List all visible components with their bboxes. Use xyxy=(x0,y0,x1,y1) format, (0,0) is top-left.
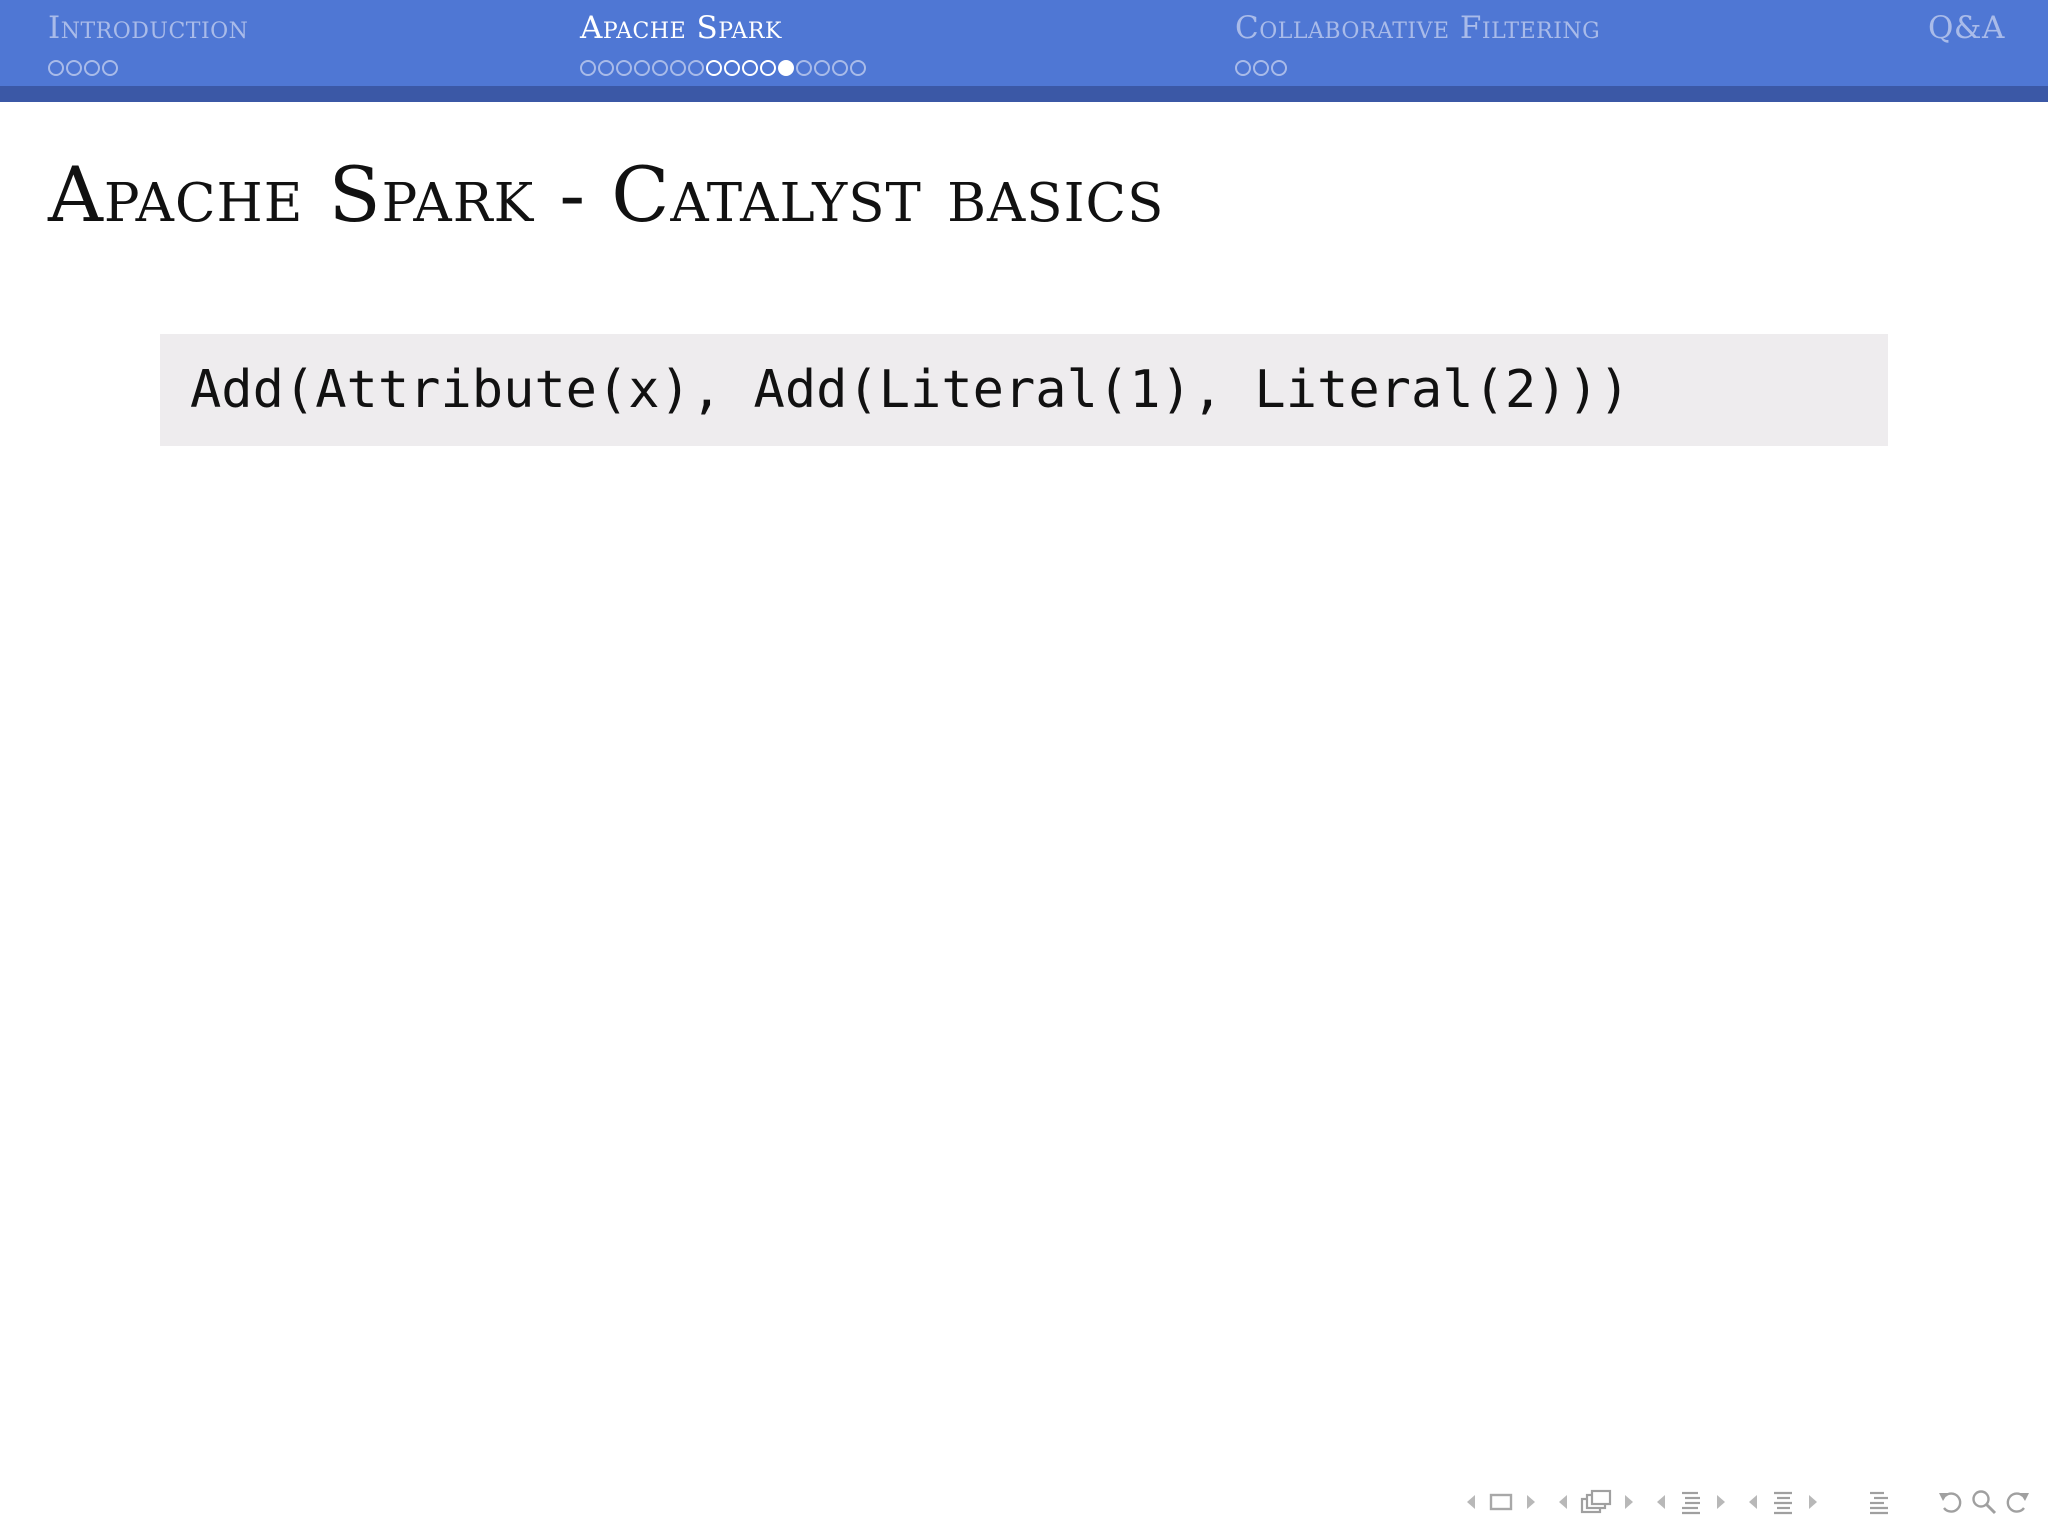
slide-dot[interactable] xyxy=(1235,60,1251,76)
beamer-navigation xyxy=(1446,1484,2032,1520)
forward-icon[interactable] xyxy=(2002,1484,2032,1520)
slide-dot[interactable] xyxy=(850,60,866,76)
slide-dot[interactable] xyxy=(742,60,758,76)
slide-dot[interactable] xyxy=(634,60,650,76)
current-slide-dot[interactable] xyxy=(778,60,794,76)
section-introduction[interactable]: Introduction xyxy=(48,8,248,78)
slide: Introduction Apache Spark Collaborative … xyxy=(0,0,2048,1536)
slide-dot[interactable] xyxy=(1271,60,1287,76)
nav-group-document xyxy=(1746,1484,1820,1520)
slide-dot[interactable] xyxy=(580,60,596,76)
slide-dot[interactable] xyxy=(814,60,830,76)
header-divider xyxy=(0,86,2048,102)
search-icon[interactable] xyxy=(1970,1484,1998,1520)
slide-dot[interactable] xyxy=(652,60,668,76)
slide-dot[interactable] xyxy=(832,60,848,76)
slide-dot[interactable] xyxy=(706,60,722,76)
next-slide-icon[interactable] xyxy=(1524,1484,1538,1520)
slide-dot[interactable] xyxy=(598,60,614,76)
prev-section-icon[interactable] xyxy=(1654,1484,1668,1520)
code-text: Add(Attribute(x), Add(Literal(1), Litera… xyxy=(190,360,1631,420)
section-qa[interactable]: Q&A xyxy=(1928,8,2005,48)
nav-group-section xyxy=(1654,1484,1728,1520)
slide-dot[interactable] xyxy=(724,60,740,76)
section-dots-apache-spark xyxy=(580,58,866,78)
slide-dot[interactable] xyxy=(66,60,82,76)
page-title: Apache Spark - Catalyst basics xyxy=(48,150,1165,239)
slide-dot[interactable] xyxy=(102,60,118,76)
next-subsection-icon[interactable] xyxy=(1622,1484,1636,1520)
slide-dot[interactable] xyxy=(48,60,64,76)
section-dots-introduction xyxy=(48,58,248,78)
section-apache-spark[interactable]: Apache Spark xyxy=(580,8,866,78)
next-section-icon[interactable] xyxy=(1714,1484,1728,1520)
nav-group-appendix xyxy=(1866,1484,1892,1520)
section-icon[interactable] xyxy=(1678,1484,1704,1520)
section-label-apache-spark[interactable]: Apache Spark xyxy=(580,8,866,48)
prev-subsection-icon[interactable] xyxy=(1556,1484,1570,1520)
nav-group-subsection xyxy=(1556,1484,1636,1520)
section-label-collaborative-filtering[interactable]: Collaborative Filtering xyxy=(1235,8,1600,48)
slide-dot[interactable] xyxy=(616,60,632,76)
section-label-qa[interactable]: Q&A xyxy=(1928,8,2005,48)
slide-dot[interactable] xyxy=(760,60,776,76)
navigation-header: Introduction Apache Spark Collaborative … xyxy=(0,0,2048,86)
next-document-icon[interactable] xyxy=(1806,1484,1820,1520)
section-dots-collaborative-filtering xyxy=(1235,58,1600,78)
slide-dot[interactable] xyxy=(796,60,812,76)
document-icon[interactable] xyxy=(1770,1484,1796,1520)
subsection-icon[interactable] xyxy=(1580,1484,1612,1520)
slide-dot[interactable] xyxy=(688,60,704,76)
prev-slide-icon[interactable] xyxy=(1464,1484,1478,1520)
prev-document-icon[interactable] xyxy=(1746,1484,1760,1520)
frame-icon[interactable] xyxy=(1488,1484,1514,1520)
slide-dot[interactable] xyxy=(84,60,100,76)
nav-group-frame xyxy=(1464,1484,1538,1520)
code-block: Add(Attribute(x), Add(Literal(1), Litera… xyxy=(160,334,1888,446)
appendix-icon[interactable] xyxy=(1866,1484,1892,1520)
back-icon[interactable] xyxy=(1936,1484,1966,1520)
section-label-introduction[interactable]: Introduction xyxy=(48,8,248,48)
section-collaborative-filtering[interactable]: Collaborative Filtering xyxy=(1235,8,1600,78)
slide-dot[interactable] xyxy=(670,60,686,76)
slide-dot[interactable] xyxy=(1253,60,1269,76)
nav-group-history xyxy=(1936,1484,2032,1520)
